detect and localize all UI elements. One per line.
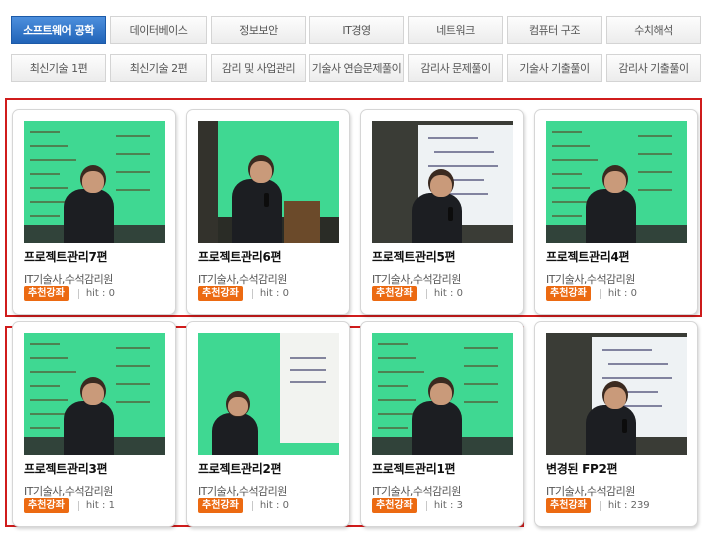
recommended-badge: 추천강좌 (372, 286, 417, 301)
lecture-card[interactable]: 프로젝트관리4편 IT기술사,수석감리원 추천강좌 hit : 0 (534, 109, 698, 315)
recommended-badge: 추천강좌 (546, 498, 591, 513)
lecture-card[interactable]: 프로젝트관리2편 IT기술사,수석감리원 추천강좌 hit : 0 (186, 321, 350, 527)
hit-count: hit : 0 (85, 288, 115, 299)
tab-auditor-past-exams[interactable]: 감리사 기출풀이 (606, 54, 701, 82)
hit-count: hit : 0 (259, 288, 289, 299)
recommended-badge: 추천강좌 (372, 498, 417, 513)
lecture-card[interactable]: 프로젝트관리7편 IT기술사,수석감리원 추천강좌 hit : 0 (12, 109, 176, 315)
recommended-badge: 추천강좌 (546, 286, 591, 301)
lecture-card[interactable]: 프로젝트관리1편 IT기술사,수석감리원 추천강좌 hit : 3 (360, 321, 524, 527)
lecture-author: IT기술사,수석감리원 (24, 485, 113, 498)
hit-count: hit : 0 (433, 288, 463, 299)
hit-count: hit : 239 (607, 500, 650, 511)
lecture-thumbnail[interactable] (24, 121, 165, 243)
recommended-badge: 추천강좌 (198, 498, 243, 513)
lecture-card[interactable]: 프로젝트관리3편 IT기술사,수석감리원 추천강좌 hit : 1 (12, 321, 176, 527)
tab-computer-architecture[interactable]: 컴퓨터 구조 (507, 16, 602, 44)
hit-count: hit : 3 (433, 500, 463, 511)
lecture-thumbnail[interactable] (546, 333, 687, 455)
hit-count: hit : 1 (85, 500, 115, 511)
lecture-title[interactable]: 프로젝트관리2편 (198, 460, 282, 477)
lecture-title[interactable]: 프로젝트관리3편 (24, 460, 108, 477)
lecture-title[interactable]: 변경된 FP2편 (546, 460, 618, 477)
lecture-author: IT기술사,수석감리원 (372, 485, 461, 498)
lecture-author: IT기술사,수석감리원 (198, 485, 287, 498)
tab-it-management[interactable]: IT경영 (309, 16, 404, 44)
lecture-thumbnail[interactable] (372, 333, 513, 455)
hit-count: hit : 0 (607, 288, 637, 299)
lecture-title[interactable]: 프로젝트관리5편 (372, 248, 456, 265)
recommended-badge: 추천강좌 (24, 498, 69, 513)
lecture-title[interactable]: 프로젝트관리4편 (546, 248, 630, 265)
lecture-card[interactable]: 프로젝트관리5편 IT기술사,수석감리원 추천강좌 hit : 0 (360, 109, 524, 315)
lecture-title[interactable]: 프로젝트관리7편 (24, 248, 108, 265)
lecture-author: IT기술사,수석감리원 (198, 273, 287, 286)
tab-latest-tech-2[interactable]: 최신기술 2편 (110, 54, 207, 82)
recommended-badge: 추천강좌 (24, 286, 69, 301)
tab-numerical-analysis[interactable]: 수치해석 (606, 16, 701, 44)
tab-audit-project-management[interactable]: 감리 및 사업관리 (211, 54, 306, 82)
tab-pe-practice-problems[interactable]: 기술사 연습문제풀이 (309, 54, 404, 82)
lecture-thumbnail[interactable] (198, 121, 339, 243)
lecture-thumbnail[interactable] (546, 121, 687, 243)
tab-information-security[interactable]: 정보보안 (211, 16, 306, 44)
lecture-author: IT기술사,수석감리원 (546, 485, 635, 498)
lecture-title[interactable]: 프로젝트관리1편 (372, 460, 456, 477)
lecture-title[interactable]: 프로젝트관리6편 (198, 248, 282, 265)
tab-database[interactable]: 데이터베이스 (110, 16, 207, 44)
lecture-author: IT기술사,수석감리원 (24, 273, 113, 286)
hit-count: hit : 0 (259, 500, 289, 511)
lecture-author: IT기술사,수석감리원 (546, 273, 635, 286)
lecture-card[interactable]: 변경된 FP2편 IT기술사,수석감리원 추천강좌 hit : 239 (534, 321, 698, 527)
tab-software-engineering[interactable]: 소프트웨어 공학 (11, 16, 106, 44)
tab-pe-past-exams[interactable]: 기술사 기출풀이 (507, 54, 602, 82)
lecture-card[interactable]: 프로젝트관리6편 IT기술사,수석감리원 추천강좌 hit : 0 (186, 109, 350, 315)
lecture-thumbnail[interactable] (24, 333, 165, 455)
lecture-thumbnail[interactable] (198, 333, 339, 455)
tab-network[interactable]: 네트워크 (408, 16, 503, 44)
lecture-author: IT기술사,수석감리원 (372, 273, 461, 286)
recommended-badge: 추천강좌 (198, 286, 243, 301)
tab-auditor-problems[interactable]: 감리사 문제풀이 (408, 54, 503, 82)
tab-latest-tech-1[interactable]: 최신기술 1편 (11, 54, 106, 82)
lecture-thumbnail[interactable] (372, 121, 513, 243)
